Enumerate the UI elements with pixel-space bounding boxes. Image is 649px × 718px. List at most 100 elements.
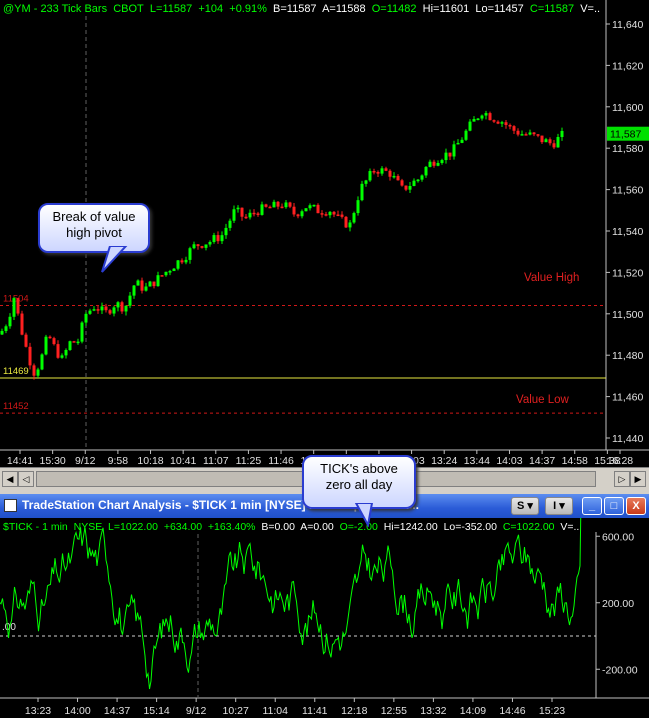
price-header-close: C=11587 (529, 3, 575, 15)
indicator-dropdown-button[interactable]: I ▾ (545, 497, 573, 515)
candle-body (200, 246, 204, 248)
time-tick-label: 14:03 (496, 455, 522, 467)
scroll-right-end-button[interactable]: ▷ (614, 471, 630, 487)
candle-body (36, 369, 40, 376)
candle-body (148, 281, 152, 287)
candle-body (504, 122, 508, 126)
candle-body (460, 139, 464, 143)
close-button[interactable]: X (626, 497, 646, 515)
candle-body (456, 142, 460, 145)
price-tick-label: 11,600 (612, 102, 643, 114)
price-tick-label: 11,620 (612, 60, 643, 72)
candle-body (252, 212, 256, 215)
candle-body (216, 235, 220, 242)
candle-body (196, 244, 200, 247)
price-tick-label: 11,640 (612, 19, 643, 31)
candle-body (448, 152, 452, 157)
price-tick-label: 11,560 (612, 185, 643, 197)
candle-body (340, 214, 344, 217)
scroll-right-button[interactable]: ▶ (630, 471, 646, 487)
tick-time-label: 13:23 (25, 705, 51, 717)
tick-header-bid: B=0.00 (261, 521, 295, 533)
price-header-open: O=11482 (371, 3, 417, 15)
tick-time-label: 12:55 (381, 705, 407, 717)
candle-body (284, 202, 288, 208)
candle-body (436, 162, 440, 166)
last-price-label: 11,587 (610, 129, 641, 141)
candle-body (192, 244, 196, 249)
price-tick-label: 11,580 (612, 143, 643, 155)
candle-body (288, 202, 292, 207)
candle-body (168, 271, 172, 273)
candle-body (392, 175, 396, 178)
candle-body (420, 175, 424, 180)
candle-body (152, 281, 156, 287)
price-chart-panel[interactable]: 11,640 11,620 11,600 11,580 11,560 11,540 11,5… (0, 0, 649, 527)
maximize-button[interactable]: □ (604, 497, 624, 515)
price-tick-label: 11,500 (612, 309, 643, 321)
time-tick-label: 11:07 (203, 455, 229, 467)
candle-body (412, 180, 416, 187)
candle-body (144, 286, 148, 291)
candle-body (452, 144, 456, 157)
price-header-exchange: CBOT (113, 3, 144, 15)
candle-body (268, 206, 272, 209)
candle-body (320, 213, 324, 215)
candle-body (544, 139, 548, 143)
time-tick-label: 11:46 (268, 455, 294, 467)
candle-body (364, 180, 368, 184)
price-header-last: L=11587 (149, 3, 193, 15)
scroll-left-button[interactable]: ◀ (2, 471, 18, 487)
maximize-icon: □ (610, 500, 618, 512)
candle-body (84, 313, 88, 323)
time-tick-label: 14:58 (562, 455, 588, 467)
tick-header-symbol: $TICK - 1 min (3, 521, 68, 533)
candle-body (136, 280, 140, 286)
candle-body (356, 200, 360, 214)
candle-body (44, 336, 48, 355)
minimize-icon: _ (588, 500, 596, 512)
candle-body (416, 179, 420, 182)
candle-body (332, 211, 336, 215)
candle-body (432, 161, 436, 166)
candle-body (188, 248, 192, 260)
tick-header-change: +634.00 (163, 521, 203, 533)
style-dropdown-label: S (517, 500, 525, 512)
minimize-button[interactable]: _ (582, 497, 602, 515)
candle-body (100, 306, 104, 311)
candle-body (396, 175, 400, 181)
tick-time-label: 11:04 (262, 705, 288, 717)
scroll-left-end-button[interactable]: ◁ (18, 471, 34, 487)
candle-body (64, 349, 68, 356)
candle-body (256, 213, 260, 215)
candle-body (360, 183, 364, 201)
tick-time-label: 11:41 (302, 705, 328, 717)
tick-time-label: 14:00 (64, 705, 90, 717)
candle-body (128, 295, 132, 306)
tick-time-label: 15:23 (539, 705, 565, 717)
candle-body (548, 139, 552, 144)
style-dropdown-button[interactable]: S ▾ (511, 497, 539, 515)
candle-body (536, 134, 540, 136)
tick-chart-svg[interactable]: .00600.00200.00-200.00-600.001,022.0013:… (0, 518, 649, 718)
price-tick-label: 11,540 (612, 226, 643, 238)
price-header: @YM - 233 Tick Bars CBOT L=11587 +104 +0… (3, 3, 600, 15)
chart-app-icon (4, 499, 17, 512)
price-header-low: Lo=11457 (475, 3, 524, 15)
close-icon: X (632, 500, 640, 512)
candle-body (104, 306, 108, 311)
candle-body (428, 161, 432, 167)
candle-body (24, 334, 28, 347)
candle-body (80, 322, 84, 342)
tick-time-label: 14:09 (460, 705, 486, 717)
candle-body (500, 122, 504, 124)
candle-body (264, 204, 268, 207)
candle-body (516, 130, 520, 135)
candle-body (224, 227, 228, 236)
price-header-volume: V=.. (580, 3, 601, 15)
candle-body (276, 201, 280, 207)
price-header-symbol: @YM - 233 Tick Bars (3, 3, 108, 15)
callout-break-pointer (101, 246, 128, 273)
tick-chart-panel[interactable]: .00600.00200.00-200.00-600.001,022.0013:… (0, 518, 649, 718)
candle-body (480, 115, 484, 119)
